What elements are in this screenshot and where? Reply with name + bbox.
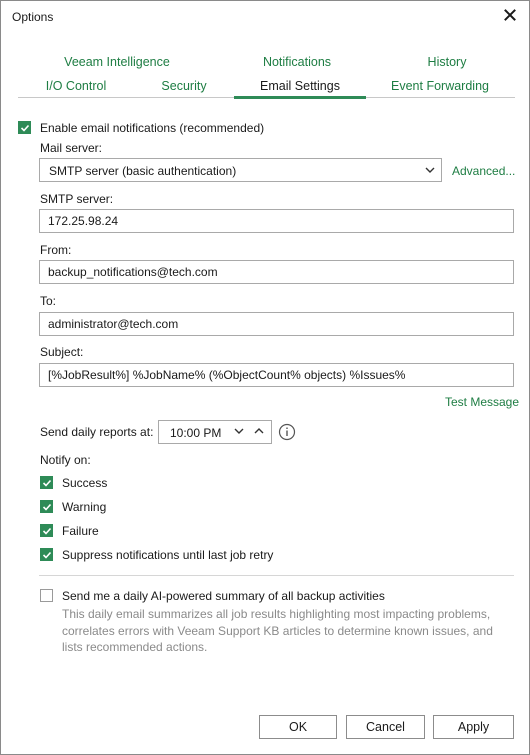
notify-warning-checkbox[interactable] bbox=[40, 500, 53, 513]
checkmark-icon bbox=[42, 503, 52, 511]
info-icon[interactable] bbox=[278, 423, 296, 441]
window-title: Options bbox=[12, 10, 54, 24]
tab-security[interactable]: Security bbox=[144, 79, 224, 93]
cancel-button[interactable]: Cancel bbox=[346, 715, 425, 739]
suppress-notifications-label: Suppress notifications until last job re… bbox=[62, 548, 274, 562]
checkmark-icon bbox=[42, 479, 52, 487]
title-bar: Options bbox=[1, 1, 529, 35]
to-label: To: bbox=[40, 294, 57, 308]
ai-summary-label: Send me a daily AI-powered summary of al… bbox=[62, 589, 385, 603]
section-divider bbox=[39, 575, 514, 576]
mail-server-value: SMTP server (basic authentication) bbox=[49, 164, 237, 178]
notify-success-label: Success bbox=[62, 476, 108, 490]
tab-io-control[interactable]: I/O Control bbox=[31, 79, 121, 93]
close-button[interactable] bbox=[499, 5, 521, 27]
options-dialog: Options Veeam Intelligence Notifications… bbox=[0, 0, 530, 755]
to-input[interactable] bbox=[39, 312, 514, 336]
notify-success-checkbox[interactable] bbox=[40, 476, 53, 489]
subject-input[interactable] bbox=[39, 363, 514, 387]
apply-button[interactable]: Apply bbox=[433, 715, 514, 739]
notify-failure-checkbox[interactable] bbox=[40, 524, 53, 537]
notify-on-label: Notify on: bbox=[40, 453, 91, 467]
notify-failure-label: Failure bbox=[62, 524, 99, 538]
ai-summary-checkbox[interactable] bbox=[40, 589, 53, 602]
time-increment-button[interactable] bbox=[253, 425, 267, 439]
checkmark-icon bbox=[20, 124, 30, 132]
notify-warning-label: Warning bbox=[62, 500, 107, 514]
smtp-server-label: SMTP server: bbox=[40, 192, 114, 206]
chevron-down-icon bbox=[234, 428, 244, 434]
enable-email-label: Enable email notifications (recommended) bbox=[40, 121, 265, 135]
from-input[interactable] bbox=[39, 260, 514, 284]
mail-server-label: Mail server: bbox=[40, 141, 103, 155]
daily-reports-time-value: 10:00 PM bbox=[170, 426, 222, 440]
advanced-link[interactable]: Advanced... bbox=[452, 164, 515, 178]
daily-reports-label: Send daily reports at: bbox=[40, 425, 154, 439]
checkmark-icon bbox=[42, 527, 52, 535]
tab-notifications[interactable]: Notifications bbox=[237, 55, 357, 69]
daily-reports-time-picker[interactable]: 10:00 PM bbox=[158, 420, 272, 444]
test-message-link[interactable]: Test Message bbox=[445, 395, 519, 409]
tab-email-settings[interactable]: Email Settings bbox=[234, 79, 366, 93]
close-icon bbox=[504, 9, 516, 21]
tab-veeam-intelligence[interactable]: Veeam Intelligence bbox=[56, 55, 178, 69]
active-tab-indicator bbox=[234, 96, 366, 99]
subject-label: Subject: bbox=[40, 345, 84, 359]
from-label: From: bbox=[40, 243, 72, 257]
mail-server-select[interactable]: SMTP server (basic authentication) bbox=[39, 158, 442, 182]
suppress-notifications-checkbox[interactable] bbox=[40, 548, 53, 561]
enable-email-checkbox[interactable] bbox=[18, 121, 31, 134]
tab-history[interactable]: History bbox=[407, 55, 487, 69]
chevron-down-icon bbox=[425, 167, 435, 173]
ok-button[interactable]: OK bbox=[259, 715, 337, 739]
ai-summary-description: This daily email summarizes all job resu… bbox=[62, 607, 493, 654]
smtp-server-input[interactable] bbox=[39, 209, 514, 233]
tab-event-forwarding[interactable]: Event Forwarding bbox=[381, 79, 499, 93]
chevron-up-icon bbox=[254, 428, 264, 434]
checkmark-icon bbox=[42, 551, 52, 559]
time-decrement-button[interactable] bbox=[233, 425, 247, 439]
